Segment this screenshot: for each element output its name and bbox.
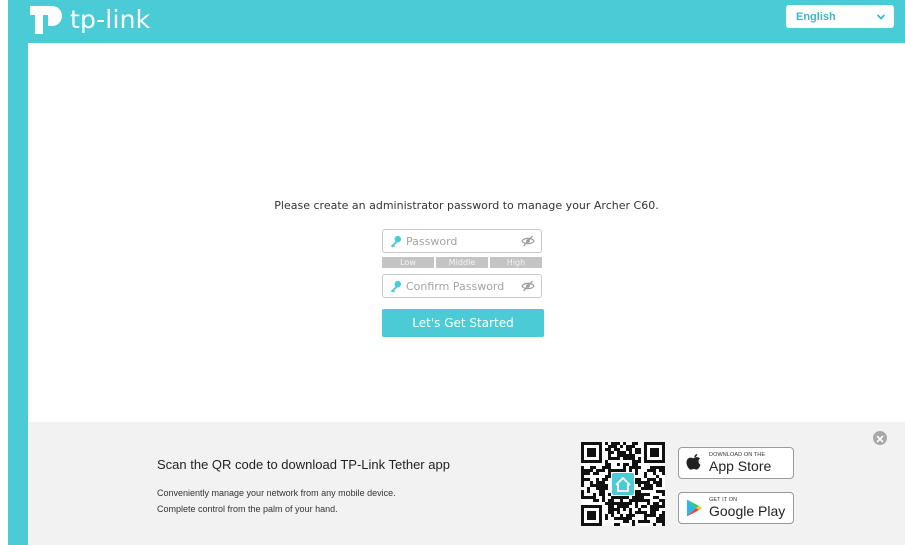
qr-code [581,442,665,526]
promo-line: Conveniently manage your network from an… [157,488,396,498]
promo-title: Scan the QR code to download TP-Link Tet… [157,457,450,472]
confirm-password-field[interactable] [382,274,542,298]
language-select[interactable]: English [786,5,894,28]
chevron-down-icon [877,14,885,20]
eye-slash-icon[interactable] [521,235,535,247]
google-play-label: Google Play [709,503,786,520]
close-icon [876,435,884,443]
tether-app-promo: Scan the QR code to download TP-Link Tet… [28,422,905,545]
logo-text: tp-link [70,4,151,34]
tp-link-logo-icon [30,6,62,34]
app-frame: tp-link English Please create an adminis… [8,0,905,545]
google-play-icon [687,499,702,517]
password-field[interactable] [382,229,542,253]
key-icon [390,280,402,293]
language-select-value: English [796,10,836,23]
password-input[interactable] [402,234,521,248]
strength-middle: Middle [436,257,488,268]
lets-get-started-button[interactable]: Let's Get Started [382,309,544,337]
header: tp-link English [8,0,905,43]
setup-panel: Please create an administrator password … [28,43,905,422]
close-promo-button[interactable] [873,431,887,445]
confirm-password-input[interactable] [402,279,521,293]
app-store-button[interactable]: DOWNLOAD ON THE App Store [678,447,794,479]
password-strength-meter: Low Middle High [382,257,542,268]
strength-low: Low [382,257,434,268]
strength-high: High [490,257,542,268]
promo-line: Complete control from the palm of your h… [157,504,338,514]
tp-link-logo: tp-link [26,0,150,38]
app-store-label: App Store [709,458,772,475]
google-play-button[interactable]: GET IT ON Google Play [678,492,794,524]
eye-slash-icon[interactable] [521,280,535,292]
setup-prompt: Please create an administrator password … [274,199,659,212]
key-icon [390,235,402,248]
apple-icon [686,454,701,470]
